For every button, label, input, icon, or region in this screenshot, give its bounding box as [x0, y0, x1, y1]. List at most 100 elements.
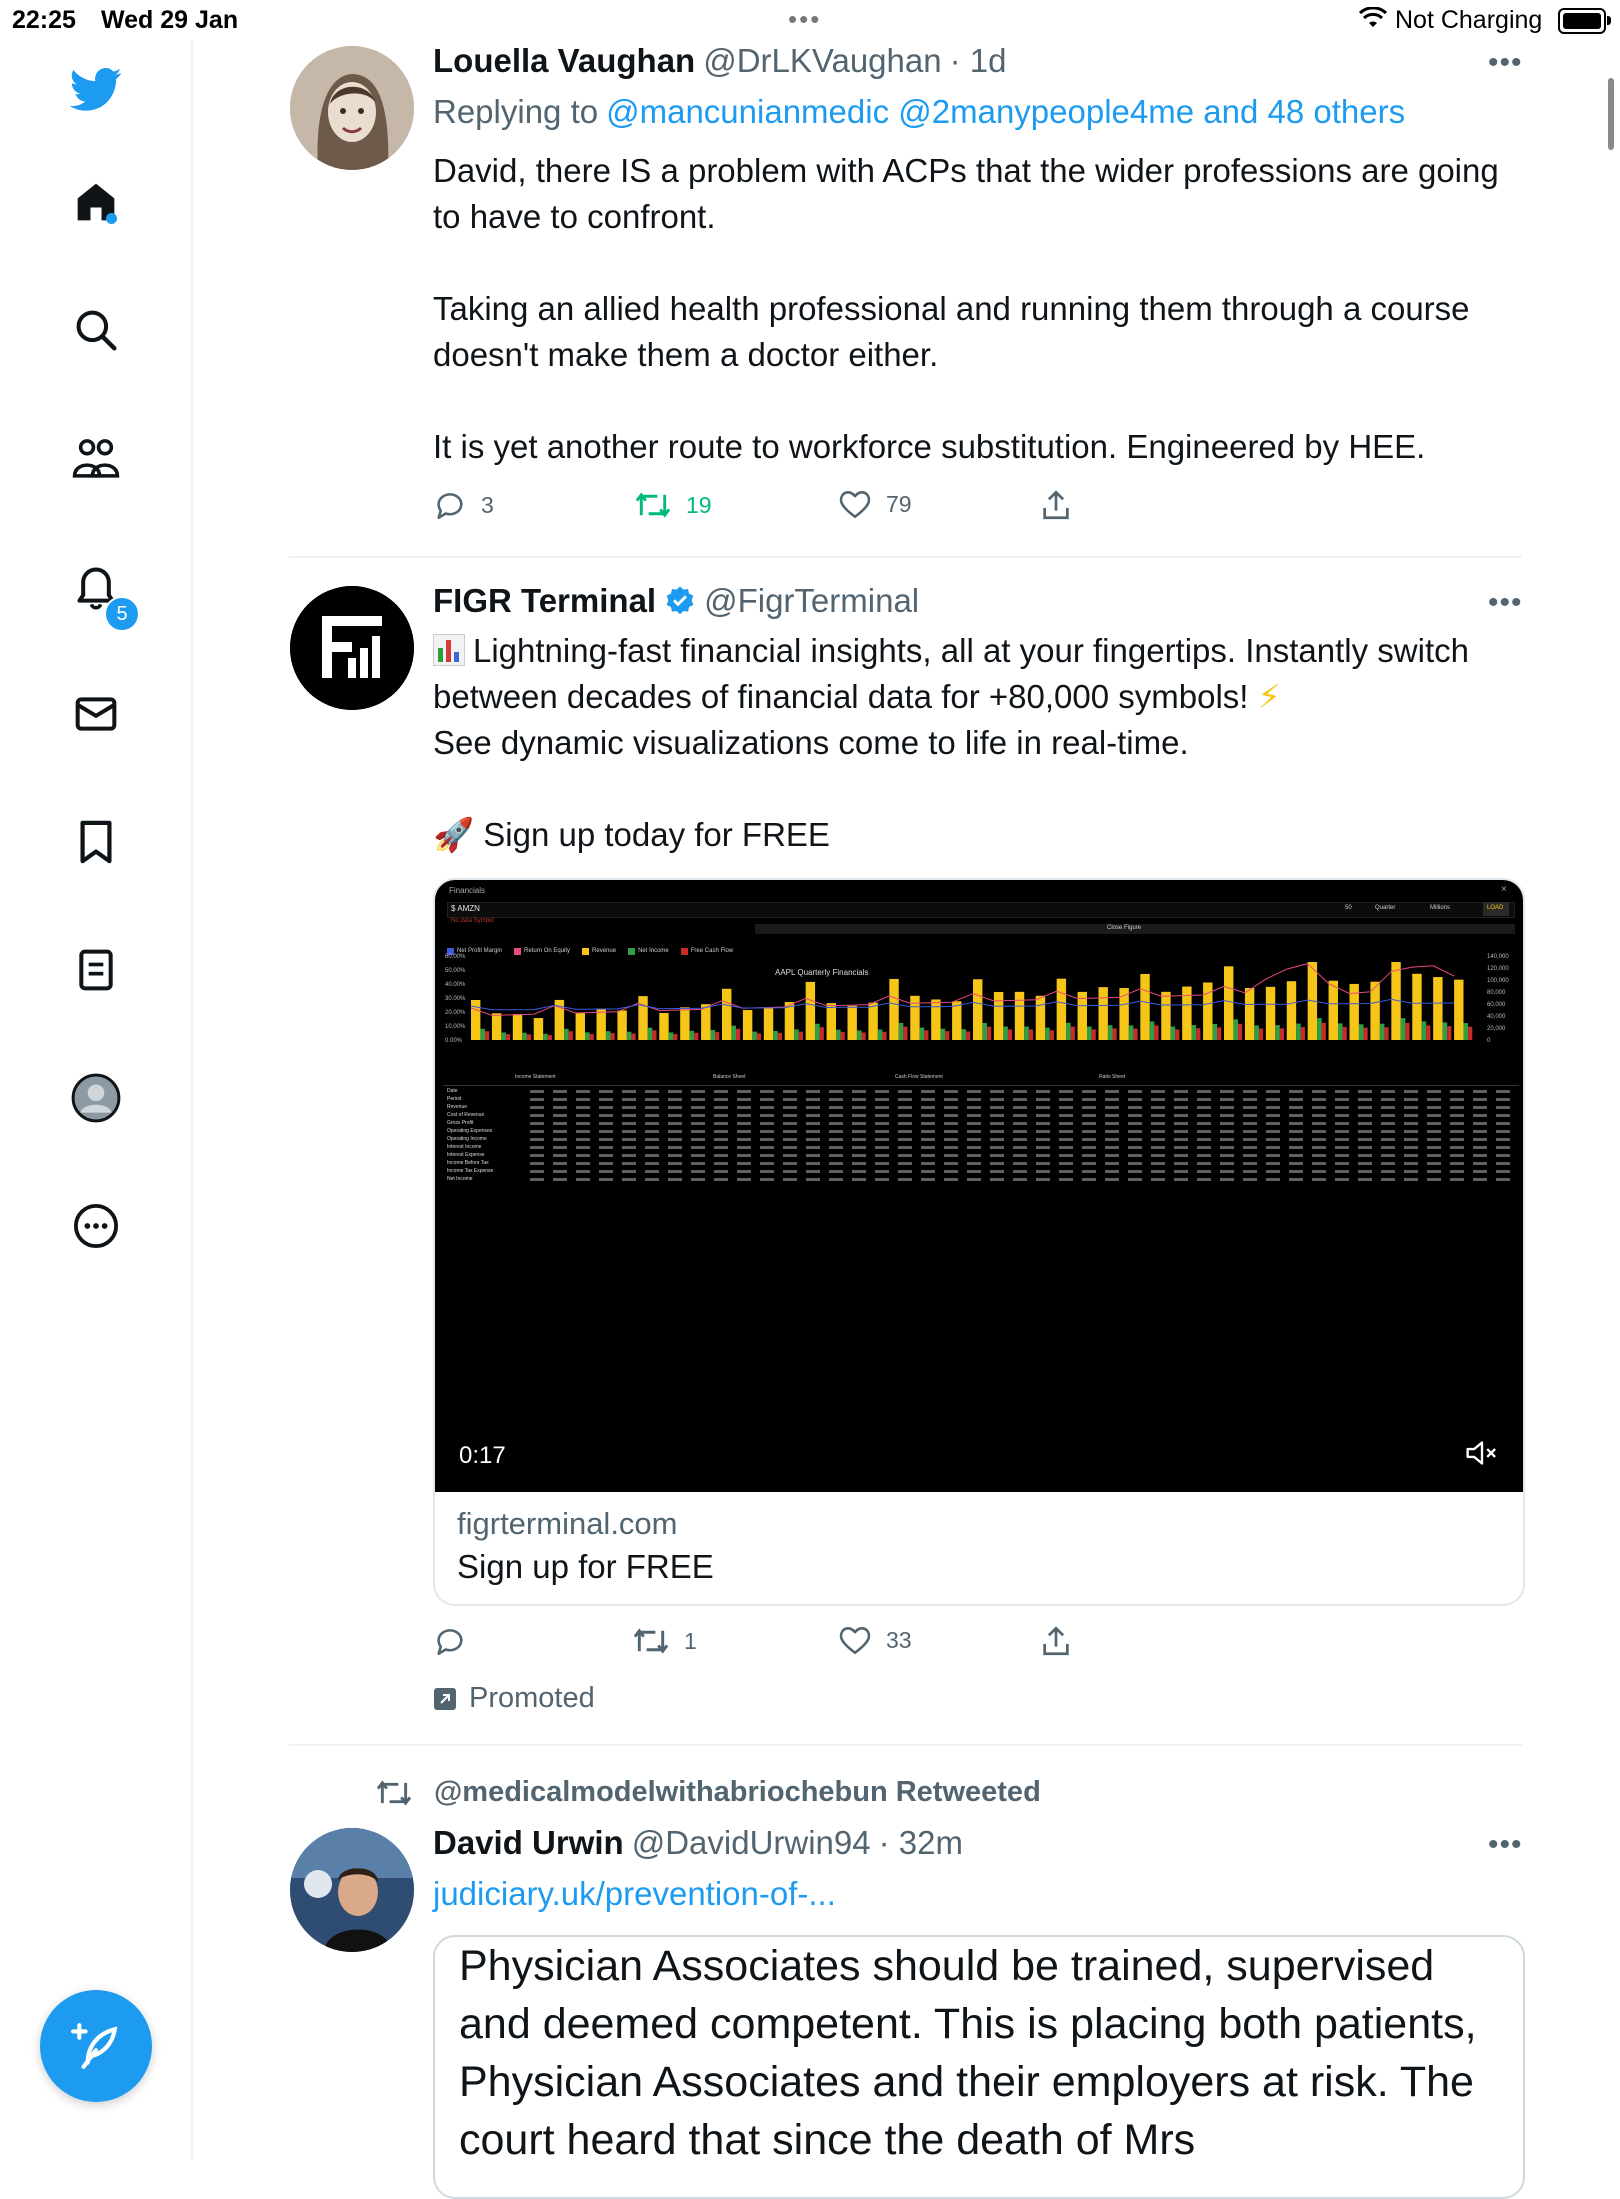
- tweet-text: David, there IS a problem with ACPs that…: [433, 152, 1499, 465]
- quoted-image[interactable]: Physician Associates should be trained, …: [433, 1935, 1525, 2199]
- multitask-dots[interactable]: •••: [788, 4, 821, 35]
- tweet-time[interactable]: · 32m: [879, 1824, 963, 1862]
- author-name[interactable]: FIGR Terminal: [433, 582, 656, 620]
- author-handle[interactable]: @DrLKVaughan: [703, 42, 941, 80]
- fin-fcf-bar: [1154, 1025, 1159, 1040]
- heart-icon: [839, 491, 871, 519]
- like-button[interactable]: 79: [838, 488, 912, 520]
- fin-netincome-bar: [647, 1027, 653, 1040]
- tweet-more-icon[interactable]: •••: [1488, 46, 1523, 80]
- fin-fcf-bar: [1007, 1029, 1013, 1040]
- fin-sections: Income Statement Balance Sheet Cash Flow S…: [435, 1074, 1523, 1084]
- twitter-logo-icon[interactable]: [68, 62, 124, 118]
- fin-fcf-bar: [1426, 1025, 1431, 1040]
- fin-revenue-bar: [868, 1002, 878, 1040]
- fin-fcf-bar: [652, 1030, 657, 1040]
- retweet-icon: [635, 492, 671, 518]
- wifi-icon: [1358, 6, 1388, 36]
- fin-fcf-bar: [1238, 1023, 1243, 1040]
- fin-netincome-bar: [815, 1023, 820, 1040]
- fin-fcf-bar: [840, 1031, 845, 1040]
- fin-row-values: [530, 1170, 1510, 1173]
- fin-fcf-bar: [1342, 1026, 1347, 1040]
- fin-row-values: [530, 1114, 1510, 1117]
- share-button[interactable]: [1040, 488, 1072, 522]
- fin-fcf-bar: [1091, 1029, 1096, 1040]
- share-button[interactable]: [1040, 1624, 1072, 1658]
- messages-envelope-icon[interactable]: [68, 686, 124, 742]
- fin-netincome-bar: [835, 1029, 841, 1040]
- fin-fcf-bar: [1363, 1027, 1368, 1040]
- tweet-divider: [289, 1744, 1522, 1746]
- profile-avatar-icon[interactable]: [68, 1070, 124, 1126]
- fin-revenue-bar: [680, 1007, 690, 1040]
- fin-row-label: Operating Income: [447, 1136, 487, 1142]
- fin-left-tick: 40.00%: [445, 982, 466, 988]
- fin-fcf-bar: [673, 1034, 678, 1040]
- fin-section-label: Balance Sheet: [713, 1074, 746, 1080]
- fin-fcf-bar: [966, 1031, 971, 1040]
- reply-button[interactable]: [433, 1624, 481, 1658]
- fin-fcf-bar: [568, 1031, 573, 1040]
- video-card[interactable]: Financials × $ AMZN No data Symbol 50 Qu…: [433, 878, 1525, 1606]
- bookmarks-icon[interactable]: [68, 814, 124, 870]
- fin-revenue-bar: [659, 1012, 669, 1040]
- retweet-count: 19: [686, 491, 712, 518]
- fin-roe-line: [470, 963, 1455, 1016]
- tweet-time[interactable]: · 1d: [950, 42, 1007, 80]
- author-name[interactable]: Louella Vaughan: [433, 42, 695, 80]
- mute-icon[interactable]: [1465, 1438, 1499, 1473]
- like-count: 79: [886, 490, 912, 517]
- fin-netincome-bar: [1379, 1023, 1385, 1040]
- fin-netincome-bar: [940, 1028, 946, 1040]
- author-handle[interactable]: @FigrTerminal: [704, 582, 919, 620]
- fin-netincome-bar: [1400, 1018, 1406, 1040]
- fin-revenue-bar: [1454, 979, 1464, 1040]
- more-options-icon[interactable]: [68, 1198, 124, 1254]
- fin-row-label: Income Tax Expense: [447, 1168, 494, 1174]
- card-title[interactable]: Sign up for FREE: [457, 1548, 714, 1586]
- author-handle[interactable]: @DavidUrwin94: [632, 1824, 871, 1862]
- fin-fcf-bar: [987, 1026, 992, 1040]
- fin-fcf-bar: [1028, 1029, 1034, 1040]
- fin-netincome-bar: [1107, 1025, 1113, 1040]
- feed-scrollbar[interactable]: [1608, 78, 1614, 150]
- retweet-button[interactable]: 1: [632, 1624, 697, 1658]
- fin-left-tick: 10.00%: [445, 1024, 466, 1030]
- fin-netincome-bar: [584, 1032, 590, 1040]
- tweet-more-icon[interactable]: •••: [1488, 1828, 1523, 1862]
- fin-row-values: [530, 1138, 1510, 1141]
- communities-icon[interactable]: [68, 430, 124, 486]
- fin-section-label: Income Statement: [515, 1074, 556, 1080]
- fin-left-tick: 30.00%: [445, 996, 466, 1002]
- fin-revenue-bar: [931, 999, 941, 1040]
- author-name[interactable]: David Urwin: [433, 1824, 624, 1862]
- compose-tweet-button[interactable]: [40, 1990, 152, 2102]
- avatar[interactable]: [290, 586, 414, 710]
- lists-icon[interactable]: [68, 942, 124, 998]
- avatar[interactable]: [290, 46, 414, 170]
- retweet-button[interactable]: 19: [634, 488, 712, 522]
- tweet-link[interactable]: judiciary.uk/prevention-of-...: [433, 1875, 836, 1913]
- home-unread-dot: [106, 213, 117, 224]
- fin-right-tick: 40,000: [1487, 1014, 1506, 1020]
- fin-fcf-bar: [819, 1027, 824, 1040]
- fin-netincome-bar: [1212, 1023, 1218, 1040]
- reply-button[interactable]: 3: [433, 488, 494, 522]
- retweeted-by-label[interactable]: @medicalmodelwithabriochebun Retweeted: [434, 1776, 1041, 1809]
- fin-fcf-bar: [631, 1033, 636, 1040]
- fin-netincome-bar: [898, 1022, 904, 1040]
- fin-margin-line: [470, 998, 1455, 1011]
- promo-video[interactable]: Financials × $ AMZN No data Symbol 50 Qu…: [435, 880, 1523, 1492]
- like-button[interactable]: 33: [838, 1624, 912, 1656]
- replying-to-users[interactable]: @mancunianmedic @2manypeople4me and 48 o…: [606, 93, 1405, 131]
- fin-netincome-bar: [1421, 1021, 1427, 1040]
- fin-fcf-bar: [1405, 1022, 1410, 1040]
- card-domain[interactable]: figrterminal.com: [457, 1506, 714, 1542]
- search-icon[interactable]: [68, 302, 124, 358]
- fin-revenue-bar: [1056, 978, 1067, 1040]
- fin-netincome-bar: [1086, 1026, 1092, 1040]
- tweet-more-icon[interactable]: •••: [1488, 586, 1523, 620]
- fin-revenue-bar: [638, 996, 648, 1040]
- avatar[interactable]: [290, 1828, 414, 1952]
